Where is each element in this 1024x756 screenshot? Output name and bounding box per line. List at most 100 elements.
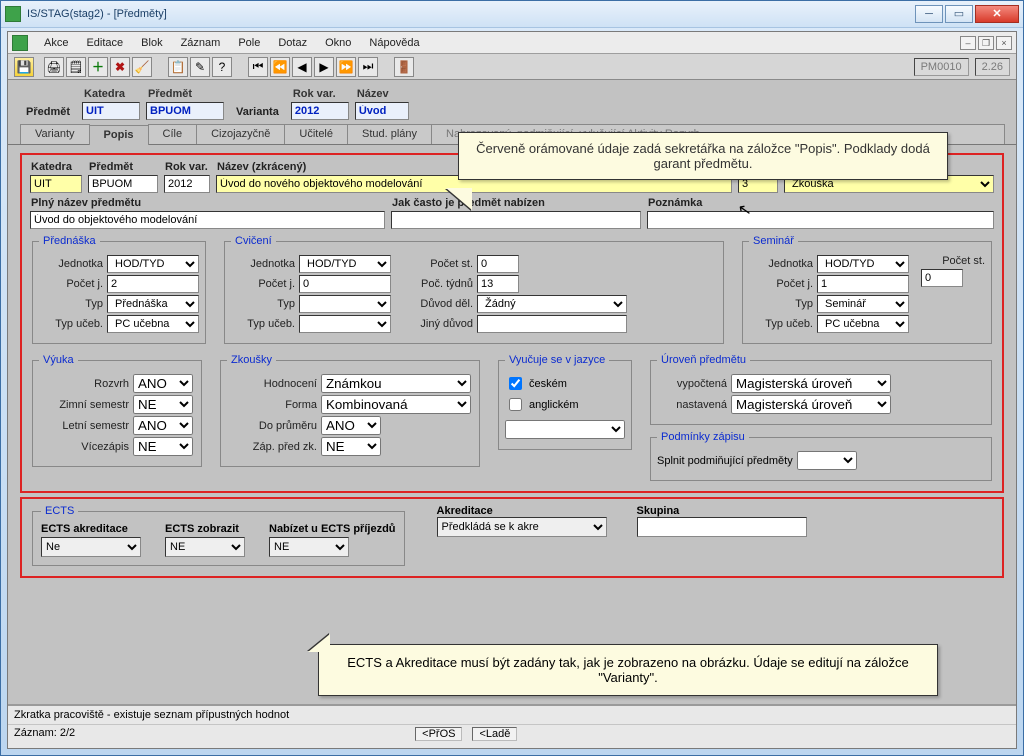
- tab-cile[interactable]: Cíle: [148, 124, 198, 144]
- cv-typuceb-select[interactable]: [299, 315, 391, 333]
- vy-rozvrh-select[interactable]: ANO: [133, 374, 193, 393]
- pred-jednotka-select[interactable]: HOD/TYD: [107, 255, 199, 273]
- sem-typuceb-select[interactable]: PC učebna: [817, 315, 909, 333]
- add-icon[interactable]: ＋: [88, 57, 108, 77]
- menu-zaznam[interactable]: Záznam: [173, 35, 229, 51]
- nazev-input[interactable]: [355, 102, 409, 120]
- ur-vyp-l: vypočtená: [657, 378, 727, 390]
- menu-napoveda[interactable]: Nápověda: [361, 35, 427, 51]
- prevpage-icon[interactable]: ⏪: [270, 57, 290, 77]
- tab-popis[interactable]: Popis: [89, 125, 149, 145]
- skupina-input[interactable]: [637, 517, 807, 537]
- sem-typ-select[interactable]: Seminář: [817, 295, 909, 313]
- exit-icon[interactable]: 🚪: [394, 57, 414, 77]
- main-rokvar-input[interactable]: [164, 175, 210, 193]
- sem-jednotka-select[interactable]: HOD/TYD: [817, 255, 909, 273]
- main-katedra-input[interactable]: [30, 175, 82, 193]
- cv-pocetst-input[interactable]: [477, 255, 519, 273]
- legend-seminar: Seminář: [749, 235, 798, 247]
- cv-jiny-input[interactable]: [477, 315, 627, 333]
- menu-editace[interactable]: Editace: [78, 35, 131, 51]
- predmet-input[interactable]: [146, 102, 224, 120]
- first-icon[interactable]: ⏮: [248, 57, 268, 77]
- cv-jednotka-label: Jednotka: [231, 258, 295, 270]
- vy-zimni-l: Zimní semestr: [39, 399, 129, 411]
- jazyk-extra-select[interactable]: [505, 420, 625, 439]
- podm-select[interactable]: [797, 451, 857, 470]
- legend-podminky: Podmínky zápisu: [657, 431, 749, 443]
- group-podminky: Podmínky zápisu Splnit podmiňující předm…: [650, 431, 992, 481]
- cv-jednotka-select[interactable]: HOD/TYD: [299, 255, 391, 273]
- menu-akce[interactable]: Akce: [36, 35, 76, 51]
- legend-prednaska: Přednáška: [39, 235, 100, 247]
- ur-nast-select[interactable]: Magisterská úroveň: [731, 395, 891, 414]
- chk-cz[interactable]: [509, 377, 522, 390]
- ur-vyp-select[interactable]: Magisterská úroveň: [731, 374, 891, 393]
- zk-zap-select[interactable]: NE: [321, 437, 381, 456]
- pred-typ-select[interactable]: Přednáška: [107, 295, 199, 313]
- chk-en[interactable]: [509, 398, 522, 411]
- pred-pocetj-input[interactable]: [107, 275, 199, 293]
- close-button[interactable]: ✕: [975, 5, 1019, 23]
- vy-zimni-select[interactable]: NE: [133, 395, 193, 414]
- vy-vice-select[interactable]: NE: [133, 437, 193, 456]
- cv-typ-select[interactable]: [299, 295, 391, 313]
- varianta-label: Varianta: [230, 106, 285, 120]
- maximize-button[interactable]: ▭: [945, 5, 973, 23]
- ects-akr-select[interactable]: Ne: [41, 537, 141, 557]
- cv-duvod-select[interactable]: Žádný: [477, 295, 627, 313]
- predmet-label: Předmět: [20, 106, 76, 120]
- os-window: IS/STAG(stag2) - [Předměty] ─ ▭ ✕ Akce E…: [0, 0, 1024, 756]
- vy-letni-select[interactable]: ANO: [133, 416, 193, 435]
- menu-okno[interactable]: Okno: [317, 35, 359, 51]
- ects-zob-select[interactable]: NE: [165, 537, 245, 557]
- cv-pocetj-input[interactable]: [299, 275, 391, 293]
- form-code-chip: PM0010: [914, 58, 969, 76]
- app-icon: [5, 6, 21, 22]
- group-uroven: Úroveň předmětu vypočtená Magisterská úr…: [650, 354, 992, 425]
- clear-icon[interactable]: 🧹: [132, 57, 152, 77]
- legend-jazyk: Vyučuje se v jazyce: [505, 354, 609, 366]
- tab-ucitele[interactable]: Učitelé: [284, 124, 348, 144]
- menu-dotaz[interactable]: Dotaz: [270, 35, 315, 51]
- zk-dopr-select[interactable]: ANO: [321, 416, 381, 435]
- main-plny-input[interactable]: [30, 211, 385, 229]
- delete-icon[interactable]: ✖: [110, 57, 130, 77]
- group-seminar: Seminář Jednotka HOD/TYD Počet j. Typ Se…: [742, 235, 992, 344]
- ects-nab-select[interactable]: NE: [269, 537, 349, 557]
- sem-jednotka-label: Jednotka: [749, 258, 813, 270]
- help-icon[interactable]: ?: [212, 57, 232, 77]
- main-predmet-input[interactable]: [88, 175, 158, 193]
- rokvar-input[interactable]: [291, 102, 349, 120]
- mdi-restore-button[interactable]: ❐: [978, 36, 994, 50]
- statusbar: Zkratka pracoviště - existuje seznam pří…: [8, 704, 1016, 748]
- nextpage-icon[interactable]: ⏩: [336, 57, 356, 77]
- zk-hodn-select[interactable]: Známkou: [321, 374, 471, 393]
- mdi-close-button[interactable]: ×: [996, 36, 1012, 50]
- menu-blok[interactable]: Blok: [133, 35, 170, 51]
- sem-pocetj-input[interactable]: [817, 275, 909, 293]
- save-icon[interactable]: 💾: [14, 57, 34, 77]
- group-prednaska: Přednáška Jednotka HOD/TYD Počet j. Typ …: [32, 235, 206, 344]
- tab-cizojazycne[interactable]: Cizojazyčně: [196, 124, 285, 144]
- tab-studplany[interactable]: Stud. plány: [347, 124, 432, 144]
- mdi-minimize-button[interactable]: –: [960, 36, 976, 50]
- main-jakcasto-input[interactable]: [391, 211, 641, 229]
- last-icon[interactable]: ⏭: [358, 57, 378, 77]
- cv-poctyd-input[interactable]: [477, 275, 519, 293]
- katedra-input[interactable]: [82, 102, 140, 120]
- tab-varianty[interactable]: Varianty: [20, 124, 90, 144]
- akreditace-select[interactable]: Předkládá se k akre: [437, 517, 607, 537]
- print-icon[interactable]: 🖨: [44, 57, 64, 77]
- edit-icon[interactable]: ✎: [190, 57, 210, 77]
- menu-pole[interactable]: Pole: [230, 35, 268, 51]
- minimize-button[interactable]: ─: [915, 5, 943, 23]
- next-icon[interactable]: ▶: [314, 57, 334, 77]
- sem-pocetst-input[interactable]: [921, 269, 963, 287]
- clipboard-icon[interactable]: 📋: [168, 57, 188, 77]
- prev-icon[interactable]: ◀: [292, 57, 312, 77]
- pred-typuceb-select[interactable]: PC učebna: [107, 315, 199, 333]
- main-pozn-input[interactable]: [647, 211, 994, 229]
- zk-forma-select[interactable]: Kombinovaná: [321, 395, 471, 414]
- printset-icon[interactable]: 🗒: [66, 57, 86, 77]
